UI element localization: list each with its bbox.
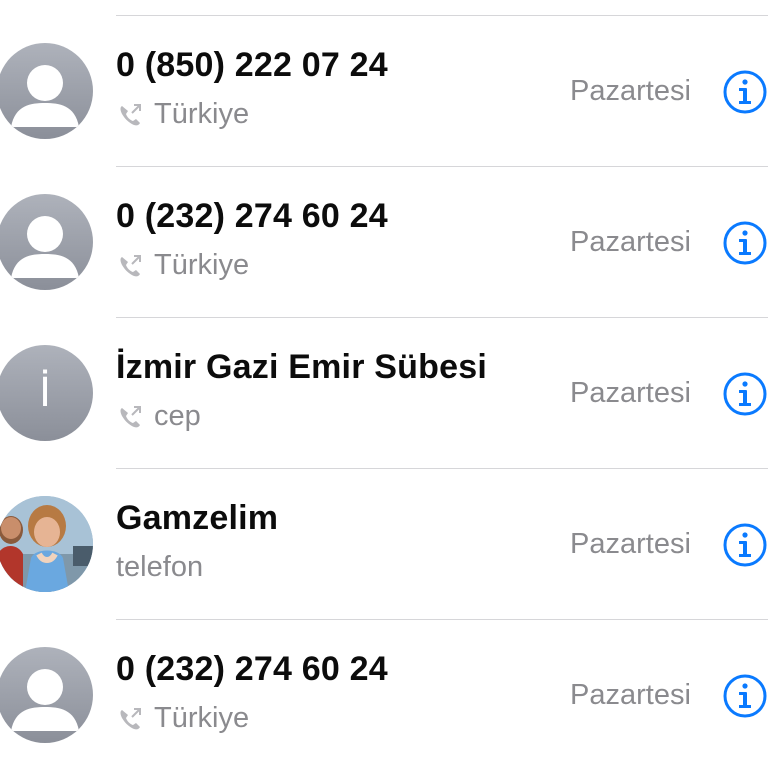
call-date: Pazartesi [570,528,691,560]
avatar [0,496,93,592]
call-subtitle: Türkiye [116,702,249,735]
call-subtitle-label: cep [154,400,201,432]
caller-title: 0 (232) 274 60 24 [116,197,388,235]
recent-call-row[interactable]: 0 (850) 222 07 24 Türkiye Pazartesi [0,16,768,167]
call-date: Pazartesi [570,226,691,258]
call-subtitle-label: Türkiye [154,249,250,281]
outgoing-call-icon [120,254,141,276]
contact-photo [0,496,93,592]
avatar-initial: İ [39,370,51,416]
call-date: Pazartesi [570,679,691,711]
call-subtitle: cep [116,400,201,433]
call-date: Pazartesi [570,377,691,409]
generic-person-icon [11,65,79,127]
generic-person-icon [11,216,79,278]
info-icon[interactable] [722,69,768,115]
caller-title: Gamzelim [116,499,279,537]
recent-calls-list: 0 (850) 222 07 24 Türkiye Pazartesi 0 (2… [0,0,768,768]
call-subtitle: Türkiye [116,98,249,131]
caller-title: İzmir Gazi Emir Sübesi [116,348,487,386]
info-icon[interactable] [722,371,768,417]
outgoing-call-icon [120,103,141,125]
avatar: İ [0,345,93,441]
recent-call-row[interactable]: Gamzelim telefon Pazartesi [0,469,768,620]
call-subtitle-label: Türkiye [154,98,250,130]
caller-title: 0 (850) 222 07 24 [116,46,388,84]
call-date: Pazartesi [570,75,691,107]
call-subtitle: Türkiye [116,249,249,282]
info-icon[interactable] [722,522,768,568]
caller-title: 0 (232) 274 60 24 [116,650,388,688]
call-subtitle-label: telefon [116,551,204,583]
call-subtitle: telefon [116,551,203,584]
outgoing-call-icon [120,405,141,427]
info-icon[interactable] [722,673,768,719]
recent-call-row[interactable]: 0 (232) 274 60 24 Türkiye Pazartesi [0,620,768,771]
outgoing-call-icon [120,707,141,729]
avatar [0,194,93,290]
recent-call-row[interactable]: İ İzmir Gazi Emir Sübesi cep Pazartesi [0,318,768,469]
info-icon[interactable] [722,220,768,266]
generic-person-icon [11,669,79,731]
avatar [0,647,93,743]
avatar [0,43,93,139]
recent-call-row[interactable]: 0 (232) 274 60 24 Türkiye Pazartesi [0,167,768,318]
call-subtitle-label: Türkiye [154,702,250,734]
